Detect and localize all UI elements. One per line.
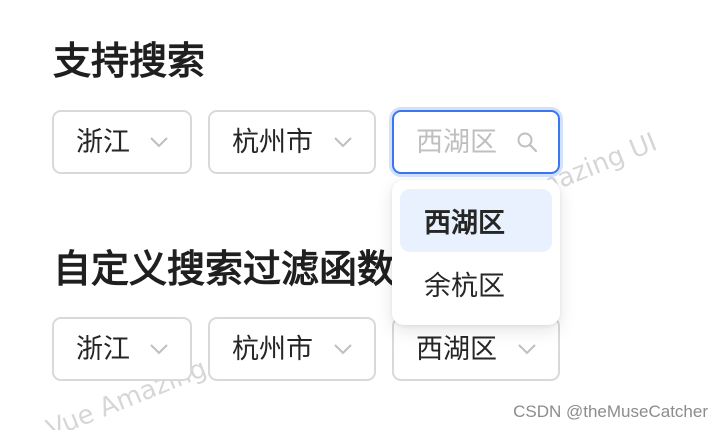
- province-select-value: 浙江: [76, 333, 130, 365]
- province-select[interactable]: 浙江: [52, 110, 192, 174]
- section-title-search: 支持搜索: [53, 39, 206, 83]
- section-title-custom-filter: 自定义搜索过滤函数: [53, 247, 396, 291]
- city-select-value: 杭州市: [232, 126, 313, 158]
- dropdown-option-xihu[interactable]: 西湖区: [400, 189, 552, 252]
- city-select[interactable]: 杭州市: [208, 317, 376, 381]
- chevron-down-icon: [148, 338, 170, 360]
- page: Vue Amazing UI Vue Amazing UI 支持搜索 浙江 杭州…: [0, 0, 722, 430]
- district-search-input[interactable]: [416, 126, 506, 158]
- city-select-value: 杭州市: [232, 333, 313, 365]
- chevron-down-icon: [332, 131, 354, 153]
- district-dropdown-menu: 西湖区 余杭区: [392, 180, 560, 325]
- city-select[interactable]: 杭州市: [208, 110, 376, 174]
- search-icon: [516, 131, 538, 153]
- district-select-value: 西湖区: [416, 333, 497, 365]
- chevron-down-icon: [148, 131, 170, 153]
- credit-text: CSDN @theMuseCatcher: [513, 402, 708, 421]
- chevron-down-icon: [332, 338, 354, 360]
- province-select[interactable]: 浙江: [52, 317, 192, 381]
- district-search-select[interactable]: [392, 110, 560, 174]
- dropdown-option-yuhang[interactable]: 余杭区: [400, 252, 552, 315]
- chevron-down-icon: [516, 338, 538, 360]
- province-select-value: 浙江: [76, 126, 130, 158]
- district-select[interactable]: 西湖区: [392, 317, 560, 381]
